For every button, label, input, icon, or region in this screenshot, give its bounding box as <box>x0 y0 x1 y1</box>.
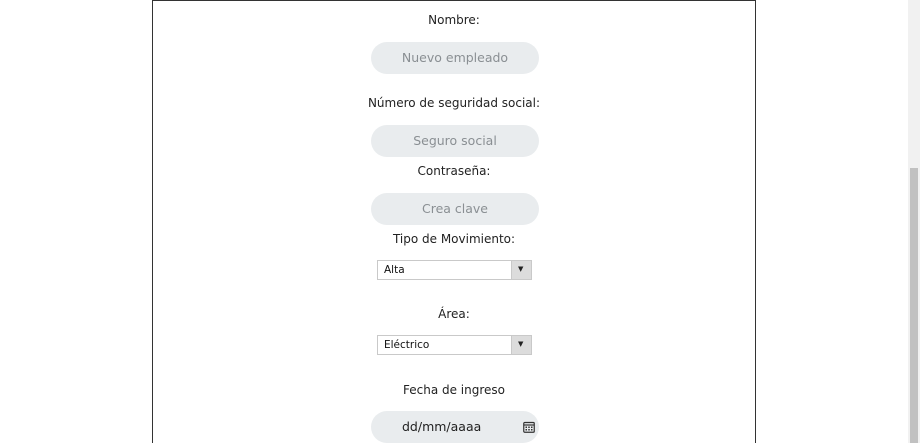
seguro-social-label: Número de seguridad social: <box>367 96 541 110</box>
area-dropdown-button[interactable]: ▼ <box>511 336 531 354</box>
nombre-input[interactable] <box>371 42 539 74</box>
tipo-movimiento-label: Tipo de Movimiento: <box>392 232 516 246</box>
fecha-ingreso-value: dd/mm/aaaa <box>402 419 482 434</box>
employee-form: Nombre: Número de seguridad social: Cont… <box>152 0 756 443</box>
area-label: Área: <box>438 307 470 321</box>
nombre-label: Nombre: <box>428 13 480 27</box>
calendar-icon[interactable] <box>523 421 535 433</box>
tipo-movimiento-select[interactable]: Alta ▼ <box>377 260 532 280</box>
area-select[interactable]: Eléctrico ▼ <box>377 335 532 355</box>
contrasena-label: Contraseña: <box>417 164 491 178</box>
tipo-movimiento-value: Alta <box>384 264 405 276</box>
fecha-ingreso-input[interactable]: dd/mm/aaaa <box>371 411 539 443</box>
seguro-social-input[interactable] <box>371 125 539 157</box>
tipo-movimiento-dropdown-button[interactable]: ▼ <box>511 261 531 279</box>
contrasena-input[interactable] <box>371 193 539 225</box>
chevron-down-icon: ▼ <box>518 340 524 348</box>
area-value: Eléctrico <box>384 339 430 351</box>
fecha-ingreso-label: Fecha de ingreso <box>402 383 506 397</box>
page: Nombre: Número de seguridad social: Cont… <box>0 0 920 443</box>
chevron-down-icon: ▼ <box>518 265 524 273</box>
vertical-scrollbar[interactable] <box>908 0 920 443</box>
scrollbar-thumb[interactable] <box>910 168 918 443</box>
